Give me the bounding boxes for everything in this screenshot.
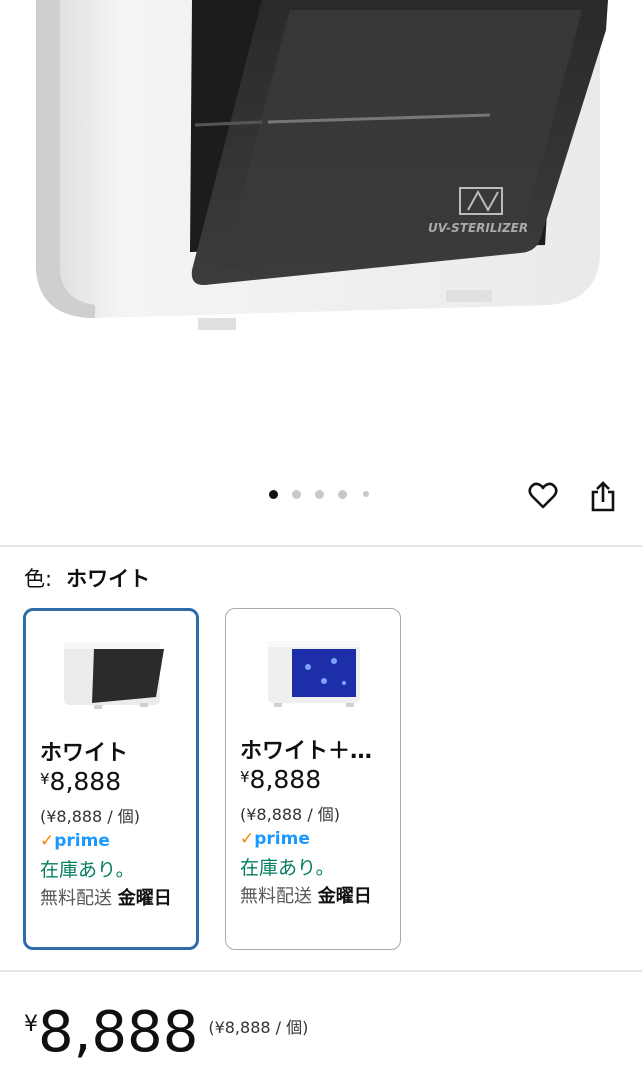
- variant-price-amount: 8,888: [249, 765, 322, 794]
- color-label: 色:: [24, 567, 53, 591]
- variant-name: ホワイト: [40, 741, 129, 766]
- section-divider: [0, 970, 642, 972]
- shipping-day: 金曜日: [317, 886, 372, 907]
- carousel-dot[interactable]: [338, 490, 347, 499]
- color-value: ホワイト: [66, 567, 151, 591]
- section-divider: [0, 545, 642, 547]
- carousel-dot[interactable]: [315, 490, 324, 499]
- stock-status: 在庫あり。: [240, 857, 335, 879]
- prime-badge: ✓prime: [240, 829, 310, 849]
- carousel-dot[interactable]: [269, 490, 278, 499]
- prime-badge: ✓prime: [40, 831, 110, 851]
- product-illustration: UV-STERILIZER: [36, 0, 608, 330]
- currency-symbol: ¥: [40, 770, 50, 788]
- carousel-dot[interactable]: [292, 490, 301, 499]
- product-image[interactable]: UV-STERILIZER: [0, 0, 642, 470]
- share-button[interactable]: [583, 476, 623, 516]
- color-selector-label: 色: ホワイト: [24, 565, 150, 593]
- variant-price: ¥8,888: [40, 767, 121, 796]
- product-image-label: UV-STERILIZER: [428, 221, 528, 235]
- heart-icon: [528, 482, 558, 509]
- prime-label: prime: [54, 831, 110, 851]
- main-price: ¥8,888 (¥8,888 / 個): [24, 1000, 308, 1065]
- variant-card-white-plus[interactable]: ホワイト＋… ¥8,888 (¥8,888 / 個) ✓prime 在庫あり。 …: [225, 608, 401, 950]
- shipping-info: 無料配送 金曜日: [40, 885, 190, 913]
- shipping-info: 無料配送 金曜日: [240, 883, 390, 911]
- carousel-dot[interactable]: [363, 491, 369, 497]
- variant-price-amount: 8,888: [49, 767, 122, 796]
- favorite-button[interactable]: [523, 476, 563, 516]
- prime-check-icon: ✓: [240, 829, 255, 849]
- shipping-label: 無料配送: [240, 886, 312, 907]
- variant-card-white[interactable]: ホワイト ¥8,888 (¥8,888 / 個) ✓prime 在庫あり。 無料…: [23, 608, 199, 950]
- prime-label: prime: [254, 829, 310, 849]
- variant-unit-price: (¥8,888 / 個): [40, 807, 141, 826]
- shipping-label: 無料配送: [40, 888, 112, 909]
- stock-status: 在庫あり。: [40, 859, 135, 881]
- variant-thumbnail: [268, 641, 360, 707]
- variant-thumbnail: [64, 643, 164, 709]
- unit-price: (¥8,888 / 個): [208, 1018, 309, 1037]
- share-icon: [591, 481, 615, 512]
- variant-name: ホワイト＋…: [240, 739, 373, 764]
- currency-symbol: ¥: [24, 1012, 38, 1037]
- variant-unit-price: (¥8,888 / 個): [240, 805, 341, 824]
- currency-symbol: ¥: [240, 768, 250, 786]
- variant-price: ¥8,888: [240, 765, 321, 794]
- price-amount: 8,888: [38, 1000, 199, 1065]
- prime-check-icon: ✓: [40, 831, 55, 851]
- shipping-day: 金曜日: [117, 888, 172, 909]
